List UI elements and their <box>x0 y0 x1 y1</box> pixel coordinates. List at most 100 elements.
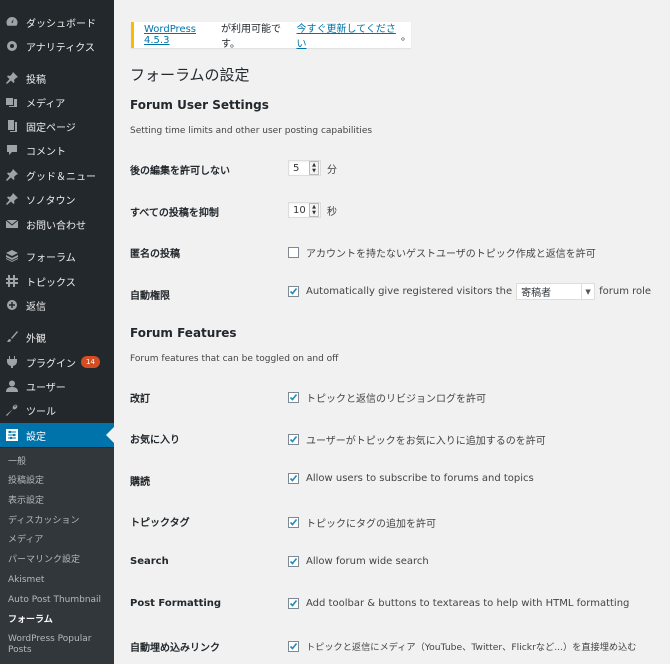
update-now-link[interactable]: 今すぐ更新してください <box>297 20 402 50</box>
menu-label: ダッシュボード <box>26 18 96 30</box>
menu-label: コメント <box>26 146 66 158</box>
submenu-forums[interactable]: フォーラム <box>8 615 112 626</box>
menu-forums[interactable]: フォーラム <box>0 244 114 268</box>
menu-plugins[interactable]: プラグイン 14 <box>0 350 114 374</box>
menu-replies[interactable]: 返信 <box>0 293 114 317</box>
submenu-permalinks[interactable]: パーマリンク設定 <box>8 555 112 566</box>
unit-label: 分 <box>327 164 337 176</box>
check-icon <box>289 600 298 607</box>
section-title-user-settings: Forum User Settings <box>130 98 269 112</box>
settings-icon <box>6 429 18 441</box>
menu-good-and-new[interactable]: グッド＆ニュー <box>0 163 114 187</box>
spin-down-icon[interactable]: ▼ <box>310 210 318 216</box>
menu-topics[interactable]: トピックス <box>0 269 114 293</box>
topics-icon <box>6 275 18 287</box>
menu-sonotown[interactable]: ソノタウン <box>0 187 114 211</box>
throttle-label: すべての投稿を抑制 <box>130 208 219 219</box>
pin-icon <box>6 193 18 205</box>
pin-icon <box>6 72 18 84</box>
submenu-discussion[interactable]: ディスカッション <box>8 516 112 527</box>
mail-icon <box>6 218 18 230</box>
select-value: 寄稿者 <box>521 288 552 299</box>
topic-tags-label: トピックタグ <box>130 518 190 529</box>
menu-label: グッド＆ニュー <box>26 171 96 183</box>
favorites-text: ユーザーがトピックをお気に入りに追加するのを許可 <box>306 436 546 447</box>
menu-users[interactable]: ユーザー <box>0 374 114 398</box>
anonymous-checkbox[interactable] <box>288 247 299 258</box>
spin-down-icon[interactable]: ▼ <box>310 168 318 174</box>
search-text: Allow forum wide search <box>306 556 429 567</box>
chevron-down-icon: ▼ <box>581 284 594 299</box>
menu-label: 設定 <box>26 431 46 443</box>
check-icon <box>289 558 298 565</box>
submenu-auto-post-thumbnail[interactable]: Auto Post Thumbnail <box>8 595 112 606</box>
revisions-field: トピックと返信のリビジョンログを許可 <box>288 390 486 405</box>
check-icon <box>289 394 298 401</box>
analytics-icon <box>6 40 18 52</box>
forum-role-select[interactable]: 寄稿者 ▼ <box>516 283 596 300</box>
menu-comments[interactable]: コメント <box>0 138 114 162</box>
topic-tags-text: トピックにタグの追加を許可 <box>306 519 436 530</box>
spin-buttons[interactable]: ▲ ▼ <box>309 203 319 217</box>
edit-lock-label: 後の編集を許可しない <box>130 166 230 177</box>
auto-role-text-before: Automatically give registered visitors t… <box>306 286 513 297</box>
revisions-label: 改訂 <box>130 394 150 405</box>
plugin-icon <box>6 356 18 368</box>
auto-embed-label: 自動埋め込みリンク <box>130 643 220 654</box>
edit-lock-input[interactable]: 5 ▲ ▼ <box>288 160 321 176</box>
menu-label: 返信 <box>26 301 46 313</box>
favorites-label: お気に入り <box>130 435 180 446</box>
auto-embed-checkbox[interactable] <box>288 640 299 652</box>
search-label: Search <box>130 556 169 567</box>
favorites-checkbox[interactable] <box>288 434 299 445</box>
menu-analytics[interactable]: アナリティクス <box>0 34 114 58</box>
replies-icon <box>6 299 18 311</box>
submenu-akismet[interactable]: Akismet <box>8 575 112 586</box>
topic-tags-field: トピックにタグの追加を許可 <box>288 515 436 530</box>
throttle-field: 10 ▲ ▼ 秒 <box>288 202 337 218</box>
update-notice: WordPress 4.5.3 が利用可能です。 今すぐ更新してください 。 <box>131 20 411 50</box>
media-icon <box>6 96 18 108</box>
menu-label: ユーザー <box>26 382 66 394</box>
notice-end: 。 <box>401 31 411 43</box>
menu-posts[interactable]: 投稿 <box>0 66 114 90</box>
menu-appearance[interactable]: 外観 <box>0 325 114 349</box>
menu-pages[interactable]: 固定ページ <box>0 114 114 138</box>
section-description: Setting time limits and other user posti… <box>130 126 373 136</box>
submenu-media[interactable]: メディア <box>8 535 112 546</box>
throttle-input[interactable]: 10 ▲ ▼ <box>288 202 321 218</box>
menu-tools[interactable]: ツール <box>0 398 114 422</box>
menu-contact[interactable]: お問い合わせ <box>0 212 114 236</box>
menu-settings[interactable]: 設定 <box>0 423 114 447</box>
submenu-general[interactable]: 一般 <box>8 457 112 468</box>
submenu-writing[interactable]: 投稿設定 <box>8 476 112 487</box>
admin-sidebar: ダッシュボード アナリティクス 投稿 メディア 固定ページ コメント グッド＆ニ… <box>0 0 114 664</box>
post-formatting-field: Add toolbar & buttons to textareas to he… <box>288 598 629 609</box>
menu-dashboard[interactable]: ダッシュボード <box>0 10 114 34</box>
subscriptions-checkbox[interactable] <box>288 473 299 484</box>
spin-buttons[interactable]: ▲ ▼ <box>309 161 319 175</box>
wrench-icon <box>6 404 18 416</box>
revisions-checkbox[interactable] <box>288 392 299 403</box>
search-field: Allow forum wide search <box>288 556 429 567</box>
menu-label: お問い合わせ <box>26 220 86 232</box>
submenu-popular-posts[interactable]: WordPress Popular Posts <box>8 634 112 656</box>
submenu-reading[interactable]: 表示設定 <box>8 496 112 507</box>
auto-role-label: 自動権限 <box>130 291 170 302</box>
menu-label: 投稿 <box>26 74 46 86</box>
menu-label: アナリティクス <box>26 42 95 54</box>
menu-label: プラグイン <box>26 358 76 370</box>
update-count-badge: 14 <box>81 356 100 368</box>
topic-tags-checkbox[interactable] <box>288 517 299 528</box>
input-value: 10 <box>293 204 306 216</box>
search-checkbox[interactable] <box>288 556 299 567</box>
menu-label: ソノタウン <box>26 195 76 207</box>
auto-embed-field: トピックと返信にメディア（YouTube、Twitter、Flickrなど...… <box>288 639 637 653</box>
auto-role-checkbox[interactable] <box>288 286 299 297</box>
menu-media[interactable]: メディア <box>0 90 114 114</box>
post-formatting-checkbox[interactable] <box>288 598 299 609</box>
subscriptions-field: Allow users to subscribe to forums and t… <box>288 473 534 484</box>
subscriptions-text: Allow users to subscribe to forums and t… <box>306 473 534 484</box>
wordpress-version-link[interactable]: WordPress 4.5.3 <box>144 24 221 46</box>
revisions-text: トピックと返信のリビジョンログを許可 <box>306 394 486 405</box>
